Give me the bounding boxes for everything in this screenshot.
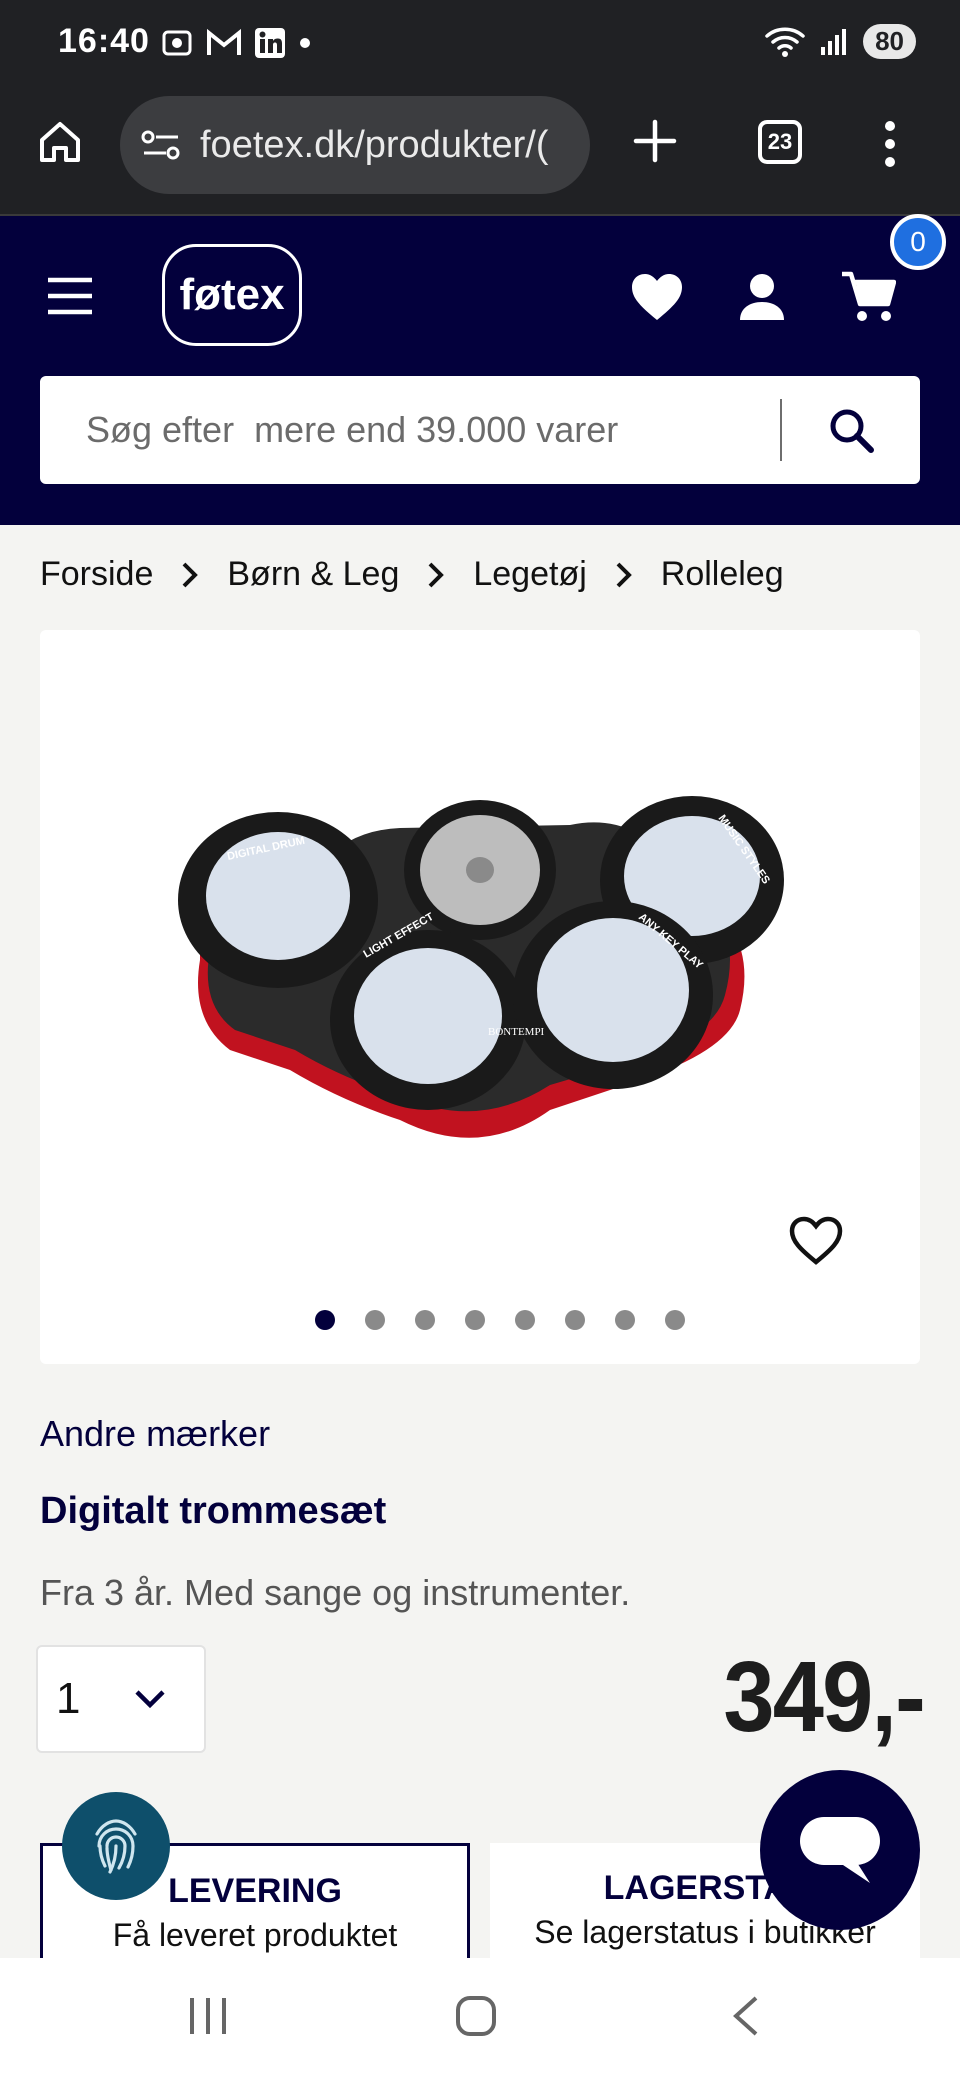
status-time: 16:40 [58, 22, 150, 60]
delivery-subtitle: Få leveret produktet [112, 1917, 398, 1953]
chat-button[interactable] [760, 1770, 920, 1930]
cookie-consent-button[interactable] [62, 1792, 170, 1900]
carousel-dot[interactable] [515, 1310, 535, 1330]
breadcrumb-item[interactable]: Legetøj [473, 555, 586, 594]
more-options-icon[interactable] [880, 120, 900, 168]
home-icon[interactable] [36, 118, 84, 166]
system-navigation-bar [0, 1958, 960, 2080]
foetex-logo[interactable]: føtex [162, 244, 302, 346]
user-icon[interactable] [738, 272, 786, 322]
search-icon [830, 409, 874, 453]
notification-icons [160, 26, 312, 60]
dot-icon [300, 38, 310, 48]
product-brand[interactable]: Andre mærker [40, 1413, 270, 1455]
cart-count-badge: 0 [890, 214, 946, 270]
linkedin-icon [255, 28, 285, 58]
wifi-icon [765, 27, 805, 57]
product-title: Digitalt trommesæt [40, 1490, 387, 1532]
gmail-icon [207, 28, 241, 55]
chevron-right-icon [427, 561, 445, 589]
product-image: DIGITAL DRUM MUSIC STYLES LIGHT EFFECT A… [178, 796, 784, 1138]
quantity-select[interactable]: 1 [36, 1645, 206, 1753]
site-header: føtex 0 [0, 214, 960, 525]
favorite-heart-icon[interactable] [788, 1216, 844, 1266]
tab-switcher-button[interactable]: 23 [758, 120, 802, 164]
signal-icon [821, 28, 847, 55]
chat-bubble-icon [800, 1817, 880, 1883]
chevron-right-icon [181, 561, 199, 589]
battery-indicator: 80 [863, 24, 916, 59]
carousel-dot[interactable] [565, 1310, 585, 1330]
system-icons: 80 [765, 24, 916, 59]
screenshot-icon [162, 30, 192, 56]
product-price: 349,- [723, 1641, 925, 1753]
search-input[interactable] [40, 376, 780, 484]
chevron-right-icon [615, 561, 633, 589]
browser-toolbar: foetex.dk/produkter/( 23 [0, 90, 960, 216]
carousel-dot[interactable] [665, 1310, 685, 1330]
carousel-dot[interactable] [465, 1310, 485, 1330]
carousel-dot[interactable] [415, 1310, 435, 1330]
breadcrumb: Forside Børn & Leg Legetøj Rolleleg [40, 555, 784, 594]
url-text: foetex.dk/produkter/( [200, 123, 549, 166]
quantity-value: 1 [56, 1674, 81, 1723]
breadcrumb-item[interactable]: Forside [40, 555, 153, 594]
chevron-down-icon [134, 1689, 166, 1709]
carousel-dot[interactable] [315, 1310, 335, 1330]
new-tab-icon[interactable] [632, 118, 678, 164]
search-box [40, 376, 920, 484]
heart-icon[interactable] [630, 272, 684, 322]
carousel-dot[interactable] [365, 1310, 385, 1330]
product-brand-mark: BONTEMPI [488, 1026, 545, 1038]
recent-apps-icon[interactable] [186, 1994, 230, 2038]
search-button[interactable] [782, 376, 920, 484]
status-bar: 16:40 80 [0, 0, 960, 90]
menu-icon[interactable] [46, 276, 94, 316]
product-image-carousel[interactable]: DIGITAL DRUM MUSIC STYLES LIGHT EFFECT A… [40, 630, 920, 1364]
breadcrumb-item[interactable]: Børn & Leg [227, 555, 399, 594]
breadcrumb-item[interactable]: Rolleleg [661, 555, 784, 594]
site-settings-icon[interactable] [140, 128, 182, 162]
cart-icon[interactable] [840, 270, 896, 324]
product-subtitle: Fra 3 år. Med sange og instrumenter. [40, 1572, 631, 1613]
fingerprint-icon [95, 1819, 137, 1874]
carousel-dot[interactable] [615, 1310, 635, 1330]
home-nav-icon[interactable] [454, 1994, 498, 2038]
back-icon[interactable] [730, 1994, 760, 2038]
address-bar[interactable]: foetex.dk/produkter/( [120, 96, 590, 194]
carousel-dots [40, 1310, 920, 1330]
